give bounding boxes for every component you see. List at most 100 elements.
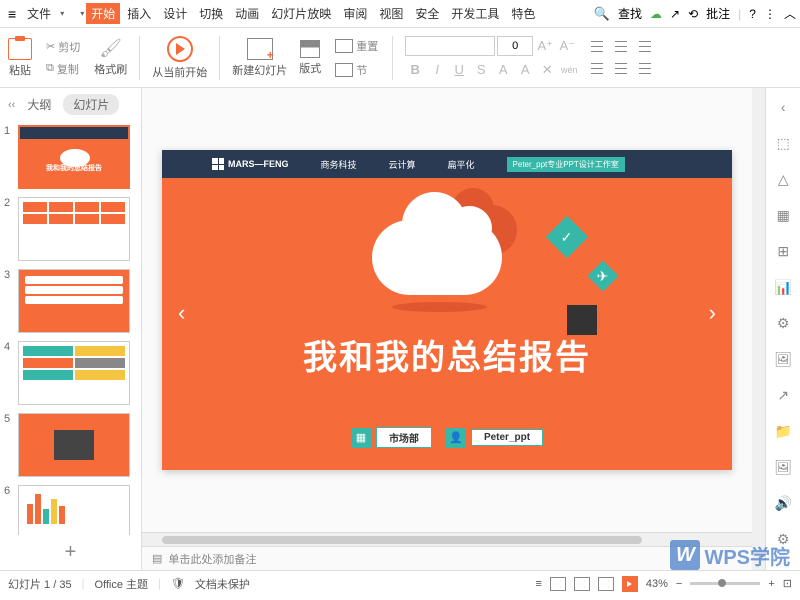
copy-button[interactable]: ⧉ 复制 bbox=[44, 59, 82, 79]
chart-icon[interactable]: 📊 bbox=[774, 278, 792, 296]
search-icon[interactable]: 🔍 bbox=[594, 6, 610, 22]
tab-transition[interactable]: 切换 bbox=[194, 3, 228, 24]
tab-view[interactable]: 视图 bbox=[374, 3, 408, 24]
notes-toggle-icon[interactable]: ≡ bbox=[535, 578, 541, 590]
indent-button[interactable] bbox=[639, 39, 657, 55]
tab-review[interactable]: 审阅 bbox=[338, 3, 372, 24]
align-right-button[interactable] bbox=[639, 61, 657, 77]
notes-pane[interactable]: ▤ 单击此处添加备注 bbox=[142, 546, 752, 570]
clear-format-button[interactable]: ✕ bbox=[537, 60, 557, 80]
thumbnail-5[interactable] bbox=[18, 413, 130, 477]
image-icon[interactable]: 🖼 bbox=[774, 350, 792, 368]
tab-slideshow[interactable]: 幻灯片放映 bbox=[266, 3, 336, 24]
cut-button[interactable]: ✂ 剪切 bbox=[44, 37, 82, 57]
thumbnail-1[interactable]: 我和我的总结报告 bbox=[18, 125, 130, 189]
tab-home[interactable]: 开始 bbox=[86, 3, 120, 24]
content-area: ‹‹ 大纲 幻灯片 1 我和我的总结报告 2 3 4 bbox=[0, 88, 800, 570]
file-dropdown-icon[interactable]: ▾ bbox=[60, 9, 64, 18]
tag-label-2: Peter_ppt bbox=[471, 429, 543, 446]
settings-icon[interactable]: ⚙ bbox=[774, 314, 792, 332]
from-current-button[interactable]: 从当前开始 bbox=[152, 36, 207, 80]
thumbnail-2[interactable] bbox=[18, 197, 130, 261]
thumbnail-6[interactable] bbox=[18, 485, 130, 535]
bold-button[interactable]: B bbox=[405, 60, 425, 80]
font-family-input[interactable] bbox=[405, 36, 495, 56]
nav-item-3: 扁平化 bbox=[448, 158, 475, 171]
folder-icon[interactable]: 📁 bbox=[774, 422, 792, 440]
sound-icon[interactable]: 🔊 bbox=[774, 494, 792, 512]
slideshow-button[interactable] bbox=[622, 576, 638, 592]
layout-button[interactable]: 版式 bbox=[299, 40, 321, 76]
slide-canvas[interactable]: MARS—FENG 商务科技 云计算 扁平化 Peter_ppt专业PPT设计工… bbox=[162, 150, 732, 470]
shape-icon[interactable]: △ bbox=[774, 170, 792, 188]
tab-special[interactable]: 特色 bbox=[506, 3, 540, 24]
vertical-scrollbar[interactable] bbox=[752, 88, 765, 570]
sorter-view-button[interactable] bbox=[574, 577, 590, 591]
horizontal-scrollbar[interactable] bbox=[142, 532, 752, 546]
status-bar: 幻灯片 1 / 35 | Office 主题 | 🛡 文档未保护 ≡ 43% −… bbox=[0, 570, 800, 596]
outline-tab[interactable]: 大纲 bbox=[27, 96, 51, 113]
export-icon[interactable]: ↗ bbox=[774, 386, 792, 404]
tab-devtools[interactable]: 开发工具 bbox=[446, 3, 504, 24]
numbering-button[interactable] bbox=[615, 39, 633, 55]
reset-button[interactable]: 重置 bbox=[333, 36, 380, 56]
strike-button[interactable]: S bbox=[471, 60, 491, 80]
decrease-font-button[interactable]: A⁻ bbox=[557, 36, 577, 56]
italic-button[interactable]: I bbox=[427, 60, 447, 80]
font-size-input[interactable] bbox=[497, 36, 533, 56]
zoom-slider[interactable] bbox=[690, 582, 760, 585]
file-menu[interactable]: 文件 bbox=[22, 3, 56, 24]
table-icon[interactable]: ▦ bbox=[774, 206, 792, 224]
reading-view-button[interactable] bbox=[598, 577, 614, 591]
history-icon[interactable]: ⟲ bbox=[688, 7, 698, 21]
paste-button[interactable]: 粘贴 bbox=[8, 38, 32, 78]
new-slide-button[interactable]: 新建幻灯片 bbox=[232, 38, 287, 78]
thumbnail-4[interactable] bbox=[18, 341, 130, 405]
slide-tags: ▦市场部 👤Peter_ppt bbox=[162, 427, 732, 448]
zoom-in-icon[interactable]: + bbox=[768, 578, 774, 590]
hamburger-icon[interactable]: ≡ bbox=[4, 6, 20, 22]
zoom-label[interactable]: 43% bbox=[646, 578, 668, 590]
normal-view-button[interactable] bbox=[550, 577, 566, 591]
theme-label: Office 主题 bbox=[94, 576, 148, 592]
tab-animation[interactable]: 动画 bbox=[230, 3, 264, 24]
thumbnail-list[interactable]: 1 我和我的总结报告 2 3 4 5 bbox=[0, 121, 141, 535]
gallery-icon[interactable]: 🖼 bbox=[774, 458, 792, 476]
phonetic-button[interactable]: wén bbox=[559, 60, 579, 80]
bullets-button[interactable] bbox=[591, 39, 609, 55]
increase-font-button[interactable]: A⁺ bbox=[535, 36, 555, 56]
align-left-button[interactable] bbox=[591, 61, 609, 77]
format-painter-button[interactable]: 🖌 格式刷 bbox=[94, 38, 127, 77]
more-icon[interactable]: ⋮ bbox=[764, 7, 776, 21]
section-button[interactable]: 节 bbox=[333, 60, 380, 80]
zoom-out-icon[interactable]: − bbox=[676, 578, 682, 590]
share-icon[interactable]: ↗ bbox=[670, 7, 680, 21]
slide-panel: ‹‹ 大纲 幻灯片 1 我和我的总结报告 2 3 4 bbox=[0, 88, 142, 570]
grid-icon[interactable]: ⊞ bbox=[774, 242, 792, 260]
tab-security[interactable]: 安全 bbox=[410, 3, 444, 24]
search-label[interactable]: 查找 bbox=[618, 5, 642, 22]
chevron-left-icon[interactable]: ‹ bbox=[774, 98, 792, 116]
fit-icon[interactable]: ⊡ bbox=[783, 577, 792, 590]
paste-icon bbox=[8, 38, 32, 60]
align-center-button[interactable] bbox=[615, 61, 633, 77]
thumbnail-3[interactable] bbox=[18, 269, 130, 333]
qat-dropdown-icon[interactable]: ▾ bbox=[80, 9, 84, 18]
underline-button[interactable]: U bbox=[449, 60, 469, 80]
right-sidebar: ‹ ⬚ △ ▦ ⊞ 📊 ⚙ 🖼 ↗ 📁 🖼 🔊 ⚙ bbox=[765, 88, 800, 570]
font-color-button[interactable]: A bbox=[515, 60, 535, 80]
tab-insert[interactable]: 插入 bbox=[122, 3, 156, 24]
collapse-ribbon-icon[interactable]: ︿ bbox=[784, 5, 796, 22]
notes-icon: ▤ bbox=[152, 552, 162, 565]
cloud-icon[interactable]: ☁ bbox=[650, 7, 662, 21]
highlight-button[interactable]: A bbox=[493, 60, 513, 80]
slides-tab[interactable]: 幻灯片 bbox=[63, 94, 119, 115]
panel-collapse-icon[interactable]: ‹‹ bbox=[8, 99, 15, 111]
select-icon[interactable]: ⬚ bbox=[774, 134, 792, 152]
banner-tag: Peter_ppt专业PPT设计工作室 bbox=[507, 157, 625, 172]
menu-bar: ≡ 文件 ▾ ▾ 开始 插入 设计 切换 动画 幻灯片放映 审阅 视图 安全 开… bbox=[0, 0, 800, 28]
tab-design[interactable]: 设计 bbox=[158, 3, 192, 24]
add-slide-button[interactable]: + bbox=[0, 535, 141, 570]
annotate-button[interactable]: 批注 bbox=[706, 5, 730, 22]
help-icon[interactable]: ? bbox=[749, 7, 756, 21]
